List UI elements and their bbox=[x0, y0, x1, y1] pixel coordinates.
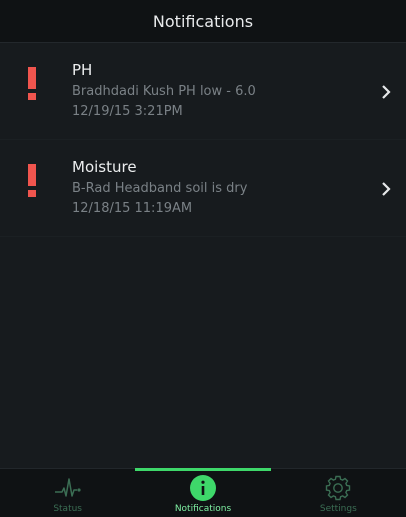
chevron-right-icon bbox=[382, 85, 391, 99]
active-tab-indicator bbox=[135, 468, 271, 471]
tab-label: Settings bbox=[319, 504, 357, 514]
notification-item-ph[interactable]: PH Bradhdadi Kush PH low - 6.0 12/19/15 … bbox=[0, 43, 406, 140]
notification-item-moisture[interactable]: Moisture B-Rad Headband soil is dry 12/1… bbox=[0, 140, 406, 237]
notification-timestamp: 12/18/15 11:19AM bbox=[72, 201, 193, 216]
exclamation-icon bbox=[28, 164, 36, 197]
notification-title: Moisture bbox=[72, 158, 137, 176]
info-icon bbox=[189, 475, 216, 501]
notification-message: B-Rad Headband soil is dry bbox=[72, 181, 248, 196]
gear-icon bbox=[326, 475, 351, 501]
tab-status[interactable]: Status bbox=[0, 469, 135, 517]
tab-settings[interactable]: Settings bbox=[271, 469, 406, 517]
notification-timestamp: 12/19/15 3:21PM bbox=[72, 104, 183, 119]
notification-title: PH bbox=[72, 61, 93, 79]
page-title: Notifications bbox=[152, 12, 254, 31]
chevron-right-icon bbox=[382, 182, 391, 196]
tab-label: Notifications bbox=[174, 504, 232, 514]
tab-label: Status bbox=[53, 504, 82, 514]
notification-message: Bradhdadi Kush PH low - 6.0 bbox=[72, 84, 256, 99]
heartbeat-icon bbox=[54, 478, 81, 497]
tab-notifications[interactable]: Notifications bbox=[135, 468, 271, 517]
tab-bar: Status Notifications Settings bbox=[0, 468, 406, 517]
app-window: Notifications PH Bradhdadi Kush PH low -… bbox=[0, 0, 406, 517]
notification-list: PH Bradhdadi Kush PH low - 6.0 12/19/15 … bbox=[0, 43, 406, 237]
header-bar: Notifications bbox=[0, 0, 406, 43]
exclamation-icon bbox=[28, 67, 36, 100]
